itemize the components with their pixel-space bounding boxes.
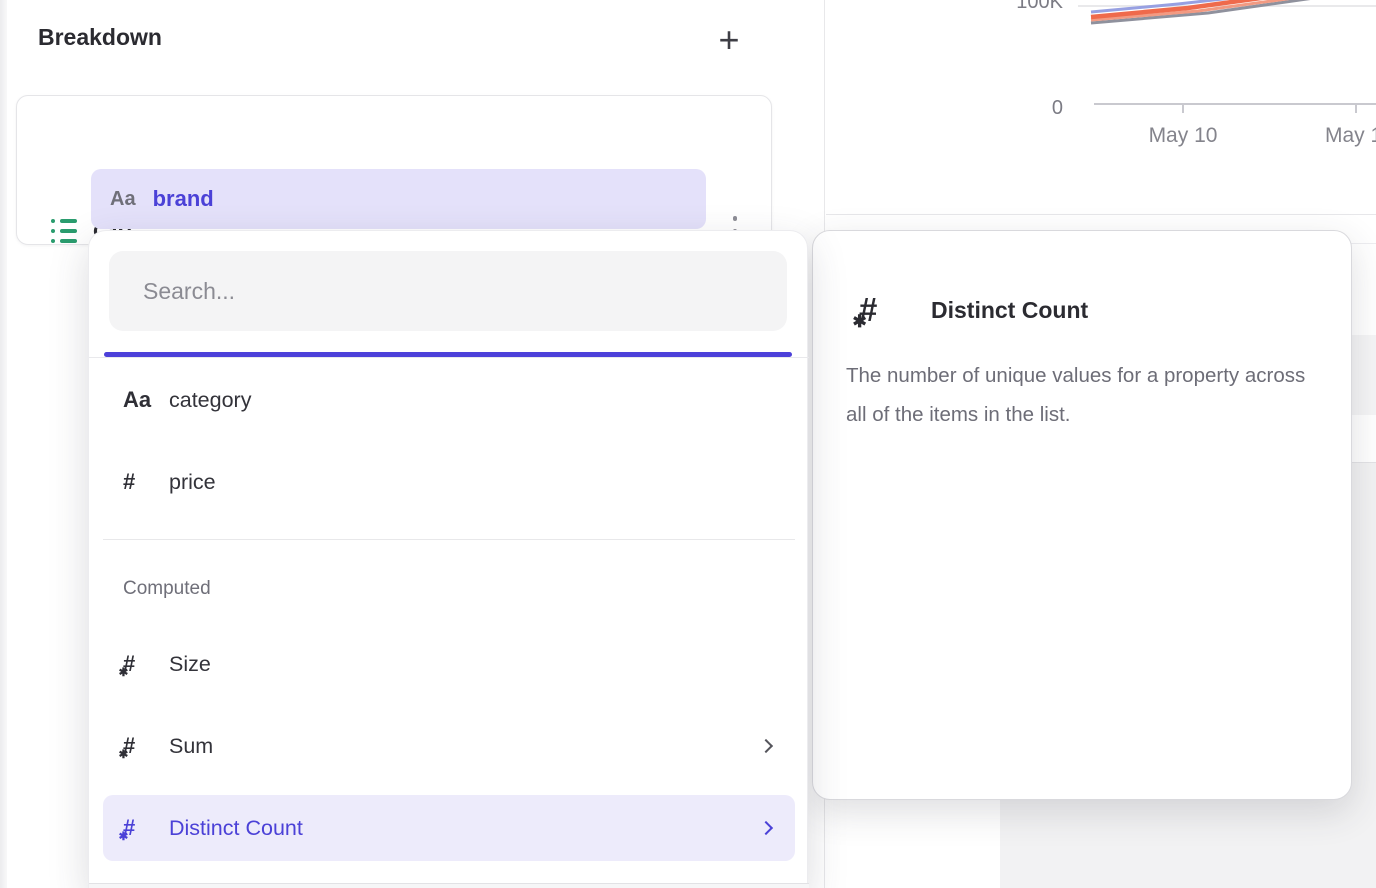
x-tick-mark [1355,104,1357,113]
chip-label: brand [153,186,214,212]
x-tick-may10: May 10 [1133,124,1233,148]
computed-section-label: Computed [123,578,211,600]
tooltip-description: The number of unique values for a proper… [846,356,1326,434]
x-tick-mark [1182,104,1184,113]
active-tab-indicator [104,352,792,357]
tab-strip-border [89,357,809,358]
dropdown-footer [89,884,809,888]
add-breakdown-button[interactable]: + [707,18,751,62]
x-axis [1094,103,1376,105]
dropdown-divider [103,539,795,540]
computed-number-icon: ✱# [123,651,169,677]
dropdown-item-sum[interactable]: ✱# Sum [103,713,795,779]
dropdown-item-category[interactable]: Aa category [103,367,795,433]
chart-table-divider [826,214,1376,215]
property-info-tooltip: ✱# Distinct Count The number of unique v… [812,230,1352,800]
chevron-right-icon [759,739,773,753]
search-box [109,251,787,331]
page-edge [0,0,7,888]
dropdown-item-distinct-count[interactable]: ✱# Distinct Count [103,795,795,861]
dropdown-item-size[interactable]: ✱# Size [103,631,795,697]
dropdown-item-price[interactable]: # price [103,449,795,515]
search-input[interactable] [109,251,787,331]
x-tick-may1x: May 1 [1325,124,1376,148]
computed-number-icon: ✱# [859,291,877,329]
breakdown-title: Breakdown [38,24,162,51]
list-property-icon [51,219,77,243]
app-screen: Breakdown + cart Aa brand 100K 0 [0,0,1376,888]
number-type-icon: # [123,469,169,495]
property-dropdown: Aa category # price Computed ✱# Size ✱# … [88,230,808,888]
computed-number-icon: ✱# [123,815,169,841]
plus-icon: + [718,19,739,60]
y-tick-100k: 100K [1001,0,1063,14]
breakdown-property-card: cart Aa brand [16,95,772,245]
chevron-right-icon [759,821,773,835]
y-tick-0: 0 [1001,97,1063,120]
tooltip-title: Distinct Count [931,297,1088,324]
text-type-icon: Aa [110,188,136,211]
text-type-icon: Aa [123,387,169,413]
line-chart [1078,0,1376,60]
computed-number-icon: ✱# [123,733,169,759]
brand-property-chip[interactable]: Aa brand [91,169,706,229]
